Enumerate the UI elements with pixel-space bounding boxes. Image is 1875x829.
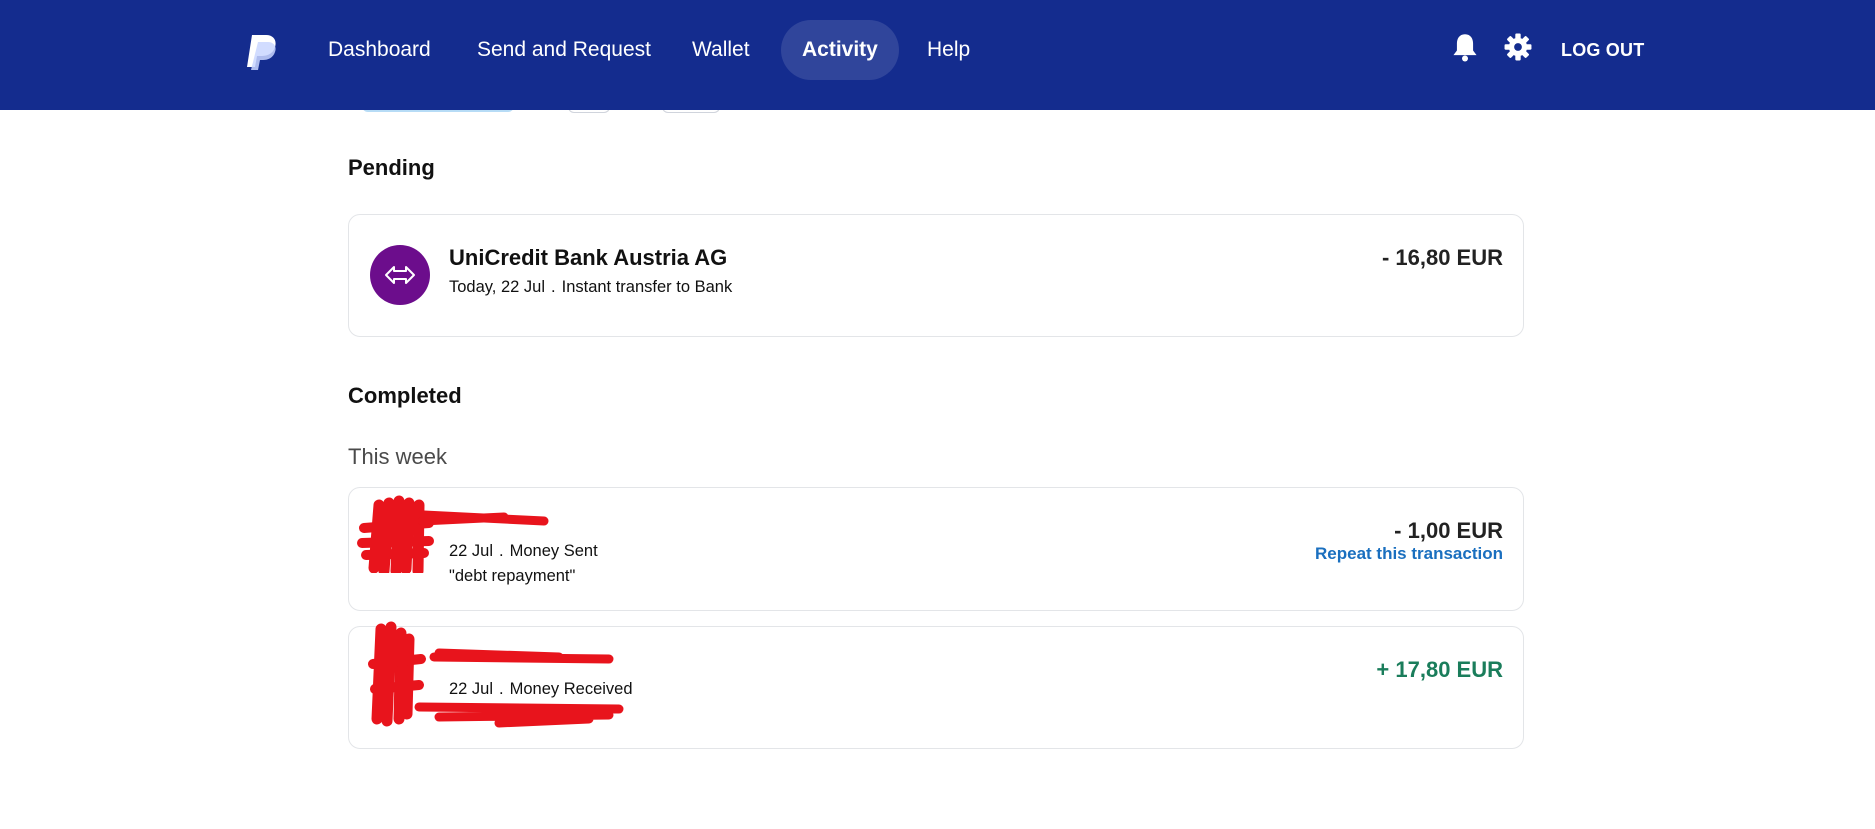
transaction-meta: Today, 22 Jul. Instant transfer to Bank bbox=[449, 278, 732, 297]
meta-separator: . bbox=[551, 278, 556, 296]
transaction-meta: 22 Jul. Money Received bbox=[449, 680, 633, 699]
completed-transaction-card[interactable]: 22 Jul. Money Sent "debt repayment" - 1,0… bbox=[348, 487, 1524, 611]
transaction-name: UniCredit Bank Austria AG bbox=[449, 245, 728, 270]
transaction-date: 22 Jul bbox=[449, 680, 494, 698]
transaction-meta: 22 Jul. Money Sent bbox=[449, 542, 598, 561]
meta-separator: . bbox=[499, 680, 504, 698]
transaction-amount: - 16,80 EUR bbox=[1381, 245, 1503, 270]
transaction-type: Money Sent bbox=[509, 542, 598, 560]
pending-transaction-card[interactable]: UniCredit Bank Austria AG Today, 22 Jul.… bbox=[348, 214, 1524, 337]
nav-dashboard[interactable]: Dashboard bbox=[328, 20, 431, 80]
redaction-mark bbox=[357, 495, 549, 573]
gear-icon[interactable] bbox=[1504, 32, 1532, 62]
transaction-type: Money Received bbox=[509, 680, 633, 698]
completed-heading: Completed bbox=[348, 383, 462, 408]
nav-activity[interactable]: Activity bbox=[781, 20, 899, 80]
nav-help[interactable]: Help bbox=[927, 20, 970, 80]
transaction-amount: - 1,00 EUR bbox=[1394, 518, 1503, 543]
paypal-logo[interactable] bbox=[244, 33, 278, 71]
bell-icon[interactable] bbox=[1451, 32, 1479, 62]
transfer-icon bbox=[385, 266, 415, 284]
meta-separator: . bbox=[499, 542, 504, 560]
pending-heading: Pending bbox=[348, 155, 435, 180]
nav-wallet[interactable]: Wallet bbox=[692, 20, 750, 80]
logout-button[interactable]: LOG OUT bbox=[1561, 20, 1644, 80]
top-navbar: Dashboard Send and Request Wallet Activi… bbox=[0, 0, 1875, 110]
group-label-this-week: This week bbox=[348, 444, 448, 469]
completed-transaction-card[interactable]: 22 Jul. Money Received + 17,80 EUR bbox=[348, 621, 1524, 749]
transaction-amount: + 17,80 EUR bbox=[1376, 657, 1503, 682]
repeat-transaction-link[interactable]: Repeat this transaction bbox=[1315, 544, 1503, 564]
transaction-date: 22 Jul bbox=[449, 542, 494, 560]
transaction-date: Today, 22 Jul bbox=[449, 278, 546, 296]
nav-send-and-request[interactable]: Send and Request bbox=[477, 20, 651, 80]
transaction-type: Instant transfer to Bank bbox=[561, 278, 733, 296]
redaction-mark bbox=[368, 621, 624, 728]
bank-transfer-avatar bbox=[370, 245, 430, 305]
transaction-note: "debt repayment" bbox=[449, 567, 576, 585]
